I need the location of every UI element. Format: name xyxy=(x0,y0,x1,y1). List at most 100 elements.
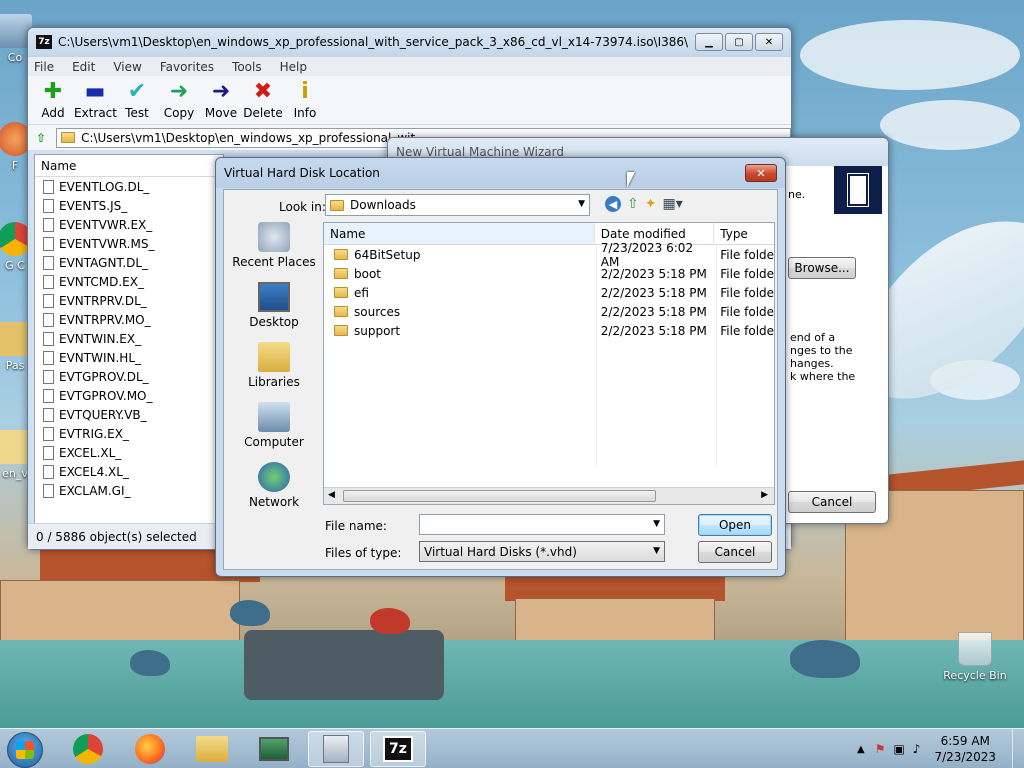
show-desktop-button[interactable] xyxy=(1012,729,1024,768)
horizontal-scrollbar[interactable]: ◀ ▶ xyxy=(324,487,774,504)
table-row[interactable]: sources 2/2/2023 5:18 PM File folder xyxy=(324,302,774,321)
look-in-dropdown[interactable]: Downloads ▼ xyxy=(325,194,590,216)
list-item[interactable]: EVNTRPRV.DL_ xyxy=(35,291,223,310)
view-menu-icon[interactable]: ▦▾ xyxy=(662,196,682,212)
list-item[interactable]: EVNTWIN.HL_ xyxy=(35,348,223,367)
virtual-pc-icon xyxy=(323,735,349,763)
7zip-app-icon: 7z xyxy=(36,35,52,49)
list-item[interactable]: EVENTVWR.EX_ xyxy=(35,215,223,234)
menu-help[interactable]: Help xyxy=(280,60,307,74)
wizard-cancel-button[interactable]: Cancel xyxy=(788,491,876,513)
new-folder-icon[interactable]: ✦ xyxy=(645,196,657,212)
window-title: C:\Users\vm1\Desktop\en_windows_xp_profe… xyxy=(58,35,689,49)
list-item[interactable]: EVNTCMD.EX_ xyxy=(35,272,223,291)
place-recent-places[interactable]: Recent Places xyxy=(228,222,320,282)
action-center-icon[interactable]: ⚑ xyxy=(875,742,886,756)
place-desktop[interactable]: Desktop xyxy=(228,282,320,342)
toolbar-label: Move xyxy=(204,106,238,120)
file-type-dropdown[interactable]: Virtual Hard Disks (*.vhd) ▼ xyxy=(419,541,665,562)
taskbar-monitor-tool[interactable] xyxy=(246,731,302,767)
list-item[interactable]: EVENTLOG.DL_ xyxy=(35,177,223,196)
list-item[interactable]: EVTGPROV.DL_ xyxy=(35,367,223,386)
desktop-icon-recycle-bin[interactable]: Recycle Bin xyxy=(940,632,1010,682)
table-row[interactable]: 64BitSetup 7/23/2023 6:02 AM File folder xyxy=(324,241,774,269)
list-item[interactable]: EVTGPROV.MO_ xyxy=(35,386,223,405)
column-header-name[interactable]: Name xyxy=(35,155,223,177)
scroll-thumb[interactable] xyxy=(343,490,656,502)
title-bar[interactable]: 7z C:\Users\vm1\Desktop\en_windows_xp_pr… xyxy=(28,28,791,56)
volume-icon[interactable]: ♪ xyxy=(913,742,921,756)
table-row[interactable]: support 2/2/2023 5:18 PM File folder xyxy=(324,321,774,340)
file-list: Name EVENTLOG.DL_ EVENTS.JS_ EVENTVWR.EX_ E… xyxy=(34,154,224,526)
file-icon xyxy=(43,255,54,270)
back-icon[interactable]: ◀ xyxy=(605,196,621,212)
menu-tools[interactable]: Tools xyxy=(232,60,262,74)
list-item[interactable]: EXCEL.XL_ xyxy=(35,443,223,462)
toolbar-test-button[interactable]: ✔ Test xyxy=(116,79,158,121)
folder-icon xyxy=(330,199,344,211)
wizard-description: ne. xyxy=(788,188,806,201)
title-bar[interactable]: Virtual Hard Disk Location ✕ xyxy=(216,158,785,188)
list-item[interactable]: EVENTS.JS_ xyxy=(35,196,223,215)
toolbar-extract-button[interactable]: ▬ Extract xyxy=(74,79,117,121)
taskbar-chrome[interactable] xyxy=(60,731,116,767)
table-row[interactable]: efi 2/2/2023 5:18 PM File folder xyxy=(324,283,774,302)
menu-file[interactable]: File xyxy=(34,60,54,74)
close-button[interactable]: ✕ xyxy=(755,33,783,51)
cancel-button[interactable]: Cancel xyxy=(698,541,772,563)
menu-view[interactable]: View xyxy=(113,60,141,74)
open-button[interactable]: Open xyxy=(698,514,772,536)
minimize-button[interactable]: ▁ xyxy=(695,33,723,51)
scroll-right-icon[interactable]: ▶ xyxy=(761,490,768,500)
list-item[interactable]: EXCLAM.GI_ xyxy=(35,481,223,500)
taskbar-firefox[interactable] xyxy=(122,731,178,767)
network-icon[interactable]: ▣ xyxy=(893,742,904,756)
taskbar-virtual-pc[interactable] xyxy=(308,731,364,767)
toolbar-add-button[interactable]: ✚ Add xyxy=(32,80,74,121)
show-hidden-icons[interactable]: ▲ xyxy=(857,744,865,755)
folder-icon xyxy=(334,325,348,336)
monitor-tool-icon xyxy=(259,737,289,761)
list-item[interactable]: EVENTVWR.MS_ xyxy=(35,234,223,253)
desktop-icon xyxy=(258,282,290,312)
place-network[interactable]: Network xyxy=(228,462,320,522)
place-libraries[interactable]: Libraries xyxy=(228,342,320,402)
scroll-left-icon[interactable]: ◀ xyxy=(328,490,335,500)
minus-icon: ▬ xyxy=(84,79,106,104)
menu-edit[interactable]: Edit xyxy=(72,60,95,74)
mouse-cursor-icon xyxy=(627,172,635,188)
toolbar-delete-button[interactable]: ✖ Delete xyxy=(242,79,284,121)
up-folder-icon[interactable]: ⇧ xyxy=(36,131,46,145)
up-folder-icon[interactable]: ⇧ xyxy=(627,196,639,212)
table-row[interactable]: boot 2/2/2023 5:18 PM File folder xyxy=(324,264,774,283)
delete-x-icon: ✖ xyxy=(253,79,273,104)
place-computer[interactable]: Computer xyxy=(228,402,320,462)
column-header-name[interactable]: Name xyxy=(324,223,595,244)
file-name-input[interactable]: ▼ xyxy=(419,514,665,535)
toolbar-info-button[interactable]: i Info xyxy=(284,80,326,121)
list-item[interactable]: EVNTRPRV.MO_ xyxy=(35,310,223,329)
chevron-down-icon: ▼ xyxy=(653,546,660,556)
list-item[interactable]: EVTQUERY.VB_ xyxy=(35,405,223,424)
taskbar-7zip[interactable]: 7z xyxy=(370,731,426,767)
column-header-type[interactable]: Type xyxy=(714,223,774,244)
chevron-down-icon[interactable]: ▼ xyxy=(653,519,660,529)
maximize-button[interactable]: ▢ xyxy=(725,33,753,51)
system-tray: ▲ ⚑ ▣ ♪ 6:59 AM 7/23/2023 xyxy=(857,729,1024,768)
file-icon xyxy=(43,483,54,498)
menu-favorites[interactable]: Favorites xyxy=(160,60,214,74)
list-item[interactable]: EVNTWIN.EX_ xyxy=(35,329,223,348)
taskbar-explorer[interactable] xyxy=(184,731,240,767)
list-item[interactable]: EVTRIG.EX_ xyxy=(35,424,223,443)
browse-button[interactable]: Browse... xyxy=(788,257,856,279)
check-icon: ✔ xyxy=(127,79,147,104)
look-in-label: Look in: xyxy=(279,200,326,214)
clock[interactable]: 6:59 AM 7/23/2023 xyxy=(934,733,996,765)
list-item[interactable]: EXCEL4.XL_ xyxy=(35,462,223,481)
toolbar-copy-button[interactable]: ➜ Copy xyxy=(158,80,200,121)
toolbar-move-button[interactable]: ➜ Move xyxy=(200,80,242,121)
close-button[interactable]: ✕ xyxy=(745,164,777,182)
toolbar-label: Add xyxy=(41,106,65,120)
list-item[interactable]: EVNTAGNT.DL_ xyxy=(35,253,223,272)
start-button[interactable] xyxy=(7,732,43,768)
